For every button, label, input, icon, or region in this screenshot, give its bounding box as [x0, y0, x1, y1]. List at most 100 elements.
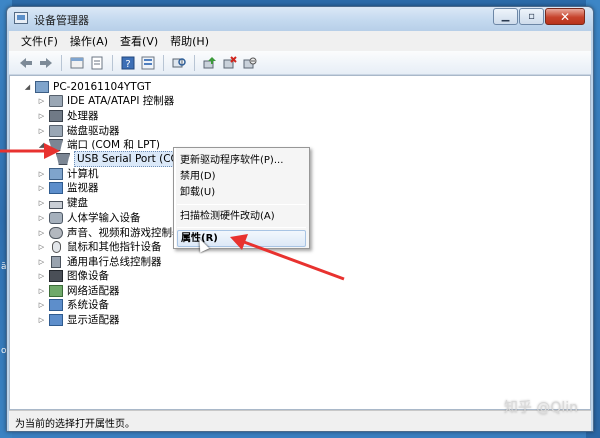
- monitor-icon: [49, 182, 63, 194]
- tree-item-label: 系统设备: [67, 299, 109, 311]
- disable-icon[interactable]: [241, 54, 259, 72]
- tree-item-label: 监视器: [67, 182, 99, 194]
- network-adapter-icon: [49, 285, 63, 297]
- context-menu-separator: [177, 227, 306, 228]
- minimize-button[interactable]: ▁: [493, 8, 518, 25]
- tree-item-label: 网络适配器: [67, 285, 120, 297]
- expand-icon[interactable]: ▷: [38, 109, 45, 123]
- expand-icon[interactable]: ▷: [38, 167, 45, 181]
- title-bar[interactable]: 设备管理器 ▁ ▫ ✕: [7, 7, 593, 31]
- tree-item-label: 鼠标和其他指针设备: [67, 241, 162, 253]
- tree-item-network[interactable]: ▷ 网络适配器: [38, 284, 120, 298]
- expand-icon[interactable]: ▷: [38, 298, 45, 312]
- properties-icon[interactable]: [68, 54, 86, 72]
- tree-item-label: 图像设备: [67, 270, 109, 282]
- expand-icon[interactable]: ▷: [38, 255, 45, 269]
- port-icon: [49, 139, 63, 151]
- tree-item-system[interactable]: ▷ 系统设备: [38, 298, 109, 312]
- expand-icon[interactable]: ▷: [38, 196, 45, 210]
- tree-item-display[interactable]: ▷ 显示适配器: [38, 313, 120, 327]
- expand-icon[interactable]: ▷: [38, 94, 45, 108]
- tree-item-disk[interactable]: ▷ 磁盘驱动器: [38, 124, 120, 138]
- processor-icon: [49, 110, 63, 122]
- toolbar-separator: [112, 54, 113, 71]
- toolbar: ?: [9, 51, 591, 75]
- collapse-icon[interactable]: ◢: [24, 80, 31, 94]
- expand-icon[interactable]: ▷: [38, 124, 45, 138]
- menu-file[interactable]: 文件(F): [15, 33, 64, 49]
- svg-text:?: ?: [125, 59, 130, 70]
- expand-icon[interactable]: ▷: [38, 284, 45, 298]
- tree-item-imaging[interactable]: ▷ 图像设备: [38, 269, 109, 283]
- close-button[interactable]: ✕: [545, 8, 585, 25]
- tree-item-hid[interactable]: ▷ 人体学输入设备: [38, 211, 141, 225]
- scan-icon[interactable]: [170, 54, 188, 72]
- computer-icon: [35, 81, 49, 93]
- maximize-button[interactable]: ▫: [519, 8, 544, 25]
- expand-icon[interactable]: ▷: [38, 269, 45, 283]
- tree-root-label: PC-20161104YTGT: [53, 81, 151, 93]
- tree-item-label: 显示适配器: [67, 314, 120, 326]
- human-interface-icon: [49, 212, 63, 224]
- context-menu-disable[interactable]: 禁用(D): [177, 168, 306, 185]
- system-device-icon: [49, 299, 63, 311]
- tree-item-label: IDE ATA/ATAPI 控制器: [67, 95, 175, 107]
- tree-item-computer[interactable]: ▷ 计算机: [38, 167, 99, 181]
- device-manager-icon: [14, 12, 28, 24]
- disk-drive-icon: [49, 125, 63, 137]
- mouse-icon: [52, 241, 61, 253]
- tree-item-monitor[interactable]: ▷ 监视器: [38, 181, 99, 195]
- context-menu: 更新驱动程序软件(P)... 禁用(D) 卸载(U) 扫描检测硬件改动(A) 属…: [173, 147, 310, 249]
- status-text: 为当前的选择打开属性页。: [15, 419, 135, 430]
- port-icon: [56, 153, 70, 165]
- forward-icon[interactable]: [37, 54, 55, 72]
- help-icon[interactable]: ?: [119, 54, 137, 72]
- context-menu-update-driver[interactable]: 更新驱动程序软件(P)...: [177, 152, 306, 169]
- details-icon[interactable]: [139, 54, 157, 72]
- tree-item-sound[interactable]: ▷ 声音、视频和游戏控制器: [38, 226, 183, 240]
- tree-item-processor[interactable]: ▷ 处理器: [38, 109, 99, 123]
- tree-item-mouse[interactable]: ▷ 鼠标和其他指针设备: [38, 240, 162, 254]
- tree-item-label: 磁盘驱动器: [67, 125, 120, 137]
- toolbar-separator: [61, 54, 62, 71]
- tree-item-label: 端口 (COM 和 LPT): [67, 139, 160, 151]
- tree-item-ports[interactable]: ◢ 端口 (COM 和 LPT): [38, 138, 160, 152]
- expand-icon[interactable]: ▷: [38, 181, 45, 195]
- menu-view[interactable]: 查看(V): [114, 33, 164, 49]
- tree-item-label: 处理器: [67, 110, 99, 122]
- ide-controller-icon: [49, 95, 63, 107]
- keyboard-icon: [49, 200, 63, 209]
- uninstall-icon[interactable]: [221, 54, 239, 72]
- expand-icon[interactable]: ▷: [38, 313, 45, 327]
- menu-help[interactable]: 帮助(H): [164, 33, 215, 49]
- tree-item-usb-controller[interactable]: ▷ 通用串行总线控制器: [38, 255, 162, 269]
- show-hide-icon[interactable]: [88, 54, 106, 72]
- speaker-icon: [49, 227, 63, 239]
- expand-icon[interactable]: ▷: [38, 226, 45, 240]
- window-title: 设备管理器: [34, 14, 89, 27]
- toolbar-separator: [194, 54, 195, 71]
- toolbar-separator: [163, 54, 164, 71]
- tree-root[interactable]: ◢ PC-20161104YTGT: [24, 80, 151, 94]
- update-driver-icon[interactable]: [201, 54, 219, 72]
- expand-icon[interactable]: ▷: [38, 211, 45, 225]
- usb-icon: [51, 256, 61, 268]
- tree-item-label: 人体学输入设备: [67, 212, 141, 224]
- display-adapter-icon: [49, 314, 63, 326]
- window-controls: ▁ ▫ ✕: [493, 8, 585, 25]
- computer-icon: [49, 168, 63, 180]
- tree-item-label: 键盘: [67, 197, 88, 209]
- menu-action[interactable]: 操作(A): [64, 33, 114, 49]
- expand-icon[interactable]: ▷: [38, 240, 45, 254]
- context-menu-separator: [177, 204, 306, 205]
- camera-icon: [49, 270, 63, 282]
- collapse-icon[interactable]: ◢: [38, 138, 45, 152]
- context-menu-scan[interactable]: 扫描检测硬件改动(A): [177, 208, 306, 225]
- context-menu-uninstall[interactable]: 卸载(U): [177, 184, 306, 201]
- context-menu-gutter: [174, 148, 176, 248]
- tree-item-keyboard[interactable]: ▷ 键盘: [38, 196, 88, 210]
- back-icon[interactable]: [17, 54, 35, 72]
- tree-item-label: 声音、视频和游戏控制器: [67, 227, 183, 239]
- tree-item-ide[interactable]: ▷ IDE ATA/ATAPI 控制器: [38, 94, 174, 108]
- tree-item-label: 计算机: [67, 168, 99, 180]
